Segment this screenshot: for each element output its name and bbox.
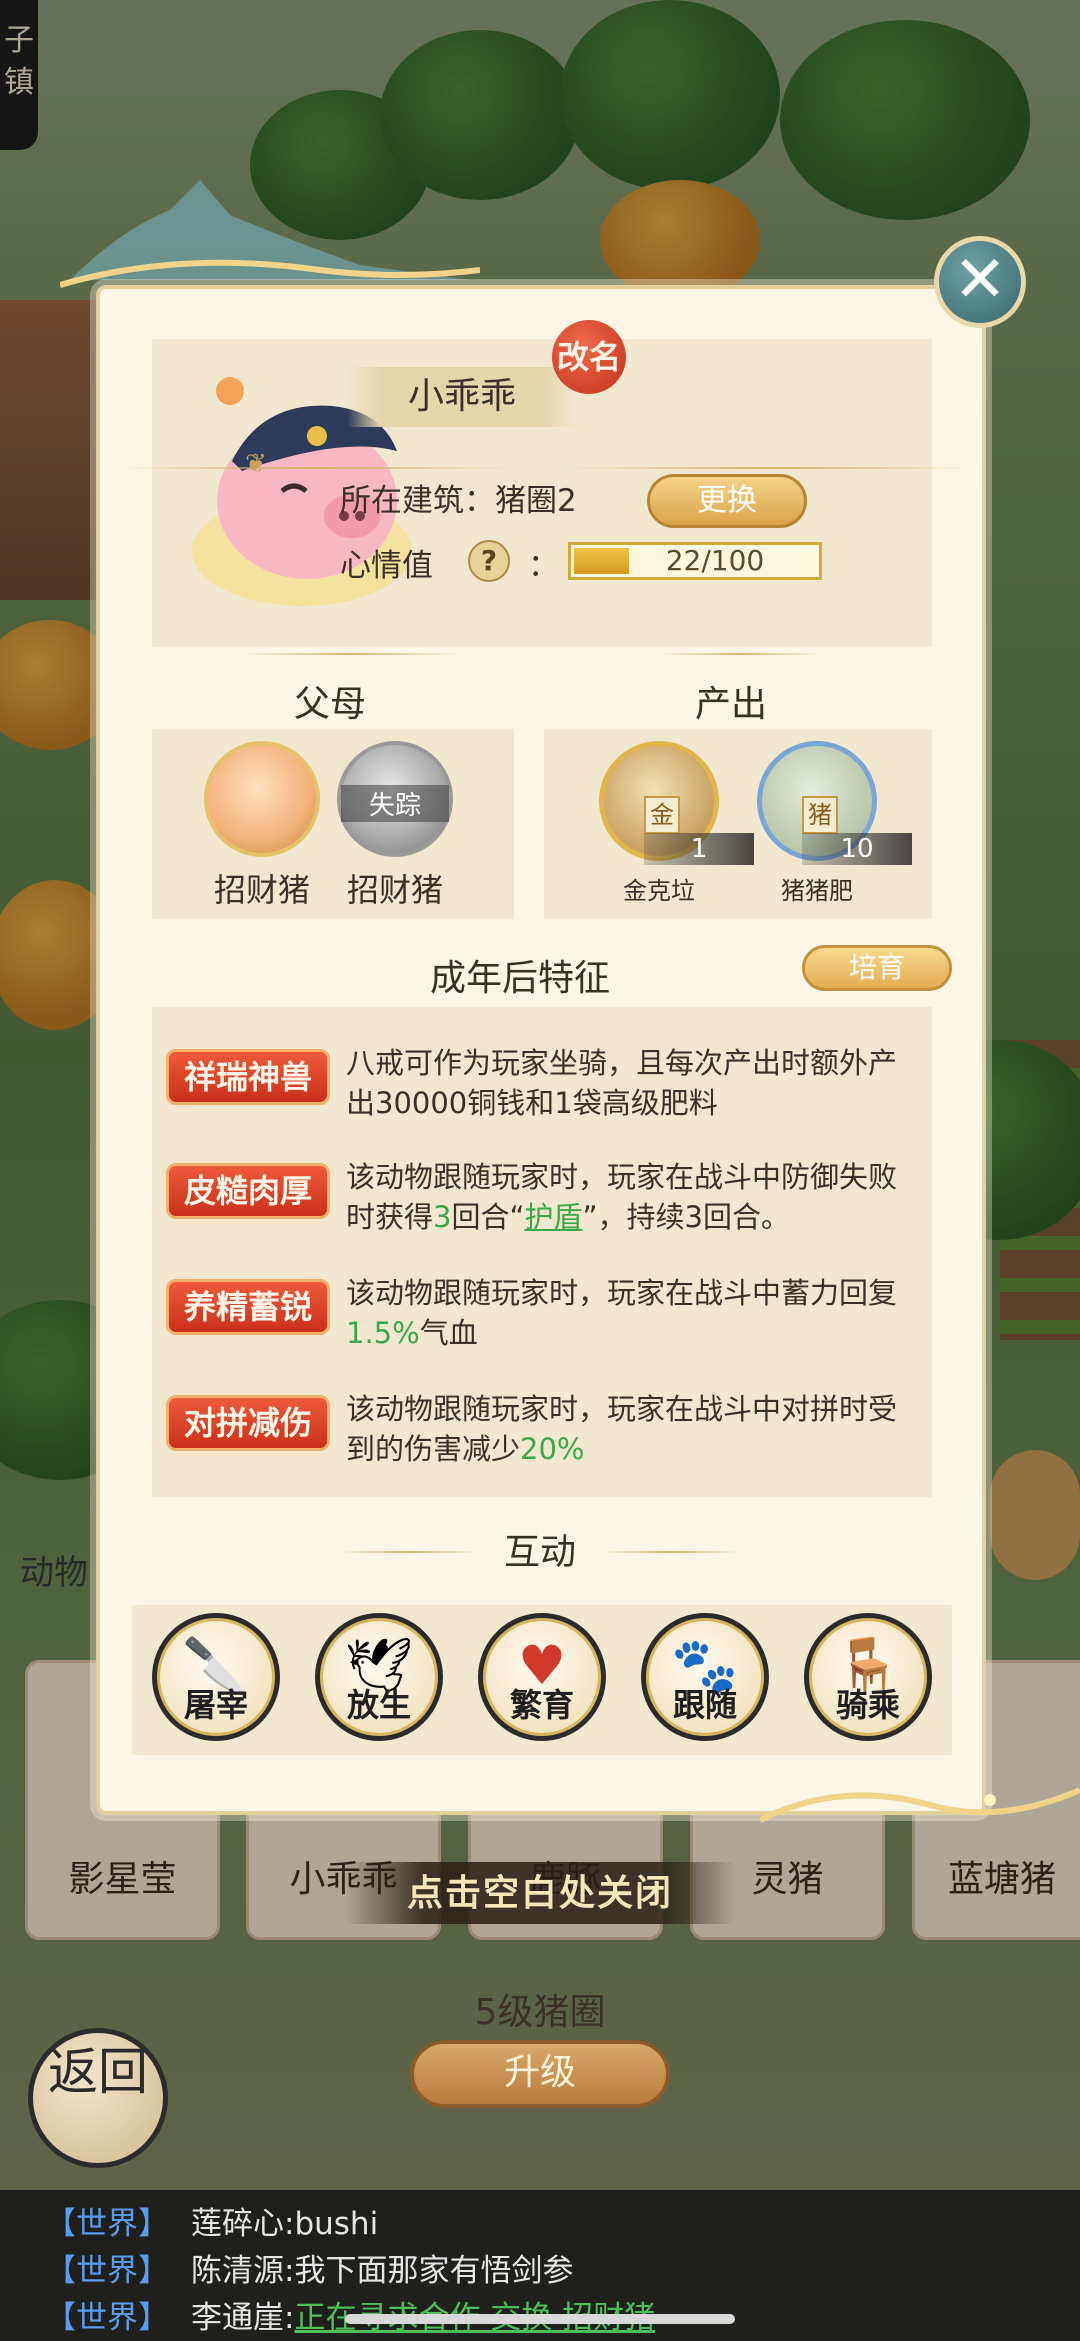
trait-description: 该动物跟随玩家时，玩家在战斗中蓄力回复 1.5%气血 bbox=[346, 1273, 916, 1353]
pen-level-label: 5级猪圈 bbox=[474, 1992, 606, 2033]
chat-line: 【世界】 莲碎心:bushi bbox=[45, 2198, 378, 2243]
mood-colon: ： bbox=[528, 548, 559, 584]
knot-ornament: ❦ bbox=[245, 449, 267, 479]
trait-badge[interactable]: 养精蓄锐 bbox=[166, 1279, 330, 1335]
section-divider bbox=[240, 653, 460, 655]
trait-text: 八戒可作为玩家坐骑，且每次产出时额外产出30000铜钱和1袋高级肥料 bbox=[346, 1046, 898, 1120]
close-icon[interactable]: ✕ bbox=[934, 236, 1026, 328]
output-name: 金克垃 bbox=[623, 877, 695, 905]
action-label: 屠宰 bbox=[183, 1686, 248, 1724]
chat-user[interactable]: 莲碎心: bbox=[191, 2206, 294, 2242]
action-label: 骑乘 bbox=[835, 1686, 900, 1724]
parent-name: 招财猪 bbox=[346, 871, 443, 909]
action-label: 跟随 bbox=[672, 1686, 737, 1724]
parent-item[interactable]: 失踪 招财猪 bbox=[330, 741, 460, 911]
output-title: 产出 bbox=[694, 684, 767, 725]
chat-channel: 【世界】 bbox=[45, 2253, 169, 2289]
section-divider bbox=[570, 467, 970, 469]
section-divider bbox=[600, 1551, 740, 1553]
parent-item[interactable]: 招财猪 bbox=[197, 741, 327, 911]
mood-progress-bar: 22/100 bbox=[568, 542, 822, 580]
parents-title: 父母 bbox=[293, 684, 366, 725]
trait-text: 该动物跟随玩家时，玩家在战斗中对拼时受到的伤害减少 bbox=[346, 1392, 898, 1466]
output-count: 10 bbox=[802, 833, 912, 865]
trait-text: 该动物跟随玩家时，玩家在战斗中蓄力回复 bbox=[346, 1276, 898, 1310]
cloud-ribbon-decoration bbox=[760, 1787, 1080, 1823]
action-ride-button[interactable]: 🪑 骑乘 bbox=[804, 1613, 932, 1741]
parent-pig-icon bbox=[204, 741, 320, 857]
parent-pig-icon: 失踪 bbox=[337, 741, 453, 857]
back-button-label: 返回 bbox=[48, 2043, 148, 2101]
action-release-button[interactable]: 🕊 放生 bbox=[315, 1613, 443, 1741]
traits-panel: 祥瑞神兽 八戒可作为玩家坐骑，且每次产出时额外产出30000铜钱和1袋高级肥料 … bbox=[152, 1007, 932, 1497]
bag-tag: 猪 bbox=[802, 796, 838, 834]
output-panel: 金 1 金克垃 猪 10 猪猪肥 bbox=[544, 729, 932, 919]
section-divider bbox=[120, 467, 510, 469]
cloud-mountain-decoration bbox=[60, 180, 480, 288]
trait-keyword-link[interactable]: 护盾 bbox=[525, 1200, 583, 1234]
trait-description: 该动物跟随玩家时，玩家在战斗中对拼时受到的伤害减少20% bbox=[346, 1389, 916, 1469]
output-item[interactable]: 猪 10 猪猪肥 bbox=[742, 741, 912, 906]
parent-name: 招财猪 bbox=[213, 871, 310, 909]
chat-message: 我下面那家有悟剑参 bbox=[294, 2253, 574, 2289]
chat-channel: 【世界】 bbox=[45, 2300, 169, 2336]
back-button[interactable]: 返回 bbox=[28, 2028, 168, 2168]
action-label: 放生 bbox=[346, 1686, 411, 1724]
nurture-button[interactable]: 培育 bbox=[802, 945, 952, 991]
trait-text: ”，持续3回合。 bbox=[582, 1200, 790, 1234]
trait-highlight: 3 bbox=[433, 1200, 452, 1234]
chat-line: 【世界】 陈清源:我下面那家有悟剑参 bbox=[45, 2245, 573, 2290]
help-icon[interactable]: ? bbox=[468, 540, 510, 582]
mood-progress-text: 22/100 bbox=[665, 544, 765, 577]
trait-badge[interactable]: 对拼减伤 bbox=[166, 1395, 330, 1451]
building-label: 所在建筑：猪圈2 bbox=[340, 483, 577, 519]
trait-description: 八戒可作为玩家坐骑，且每次产出时额外产出30000铜钱和1袋高级肥料 bbox=[346, 1043, 916, 1123]
section-divider bbox=[660, 653, 820, 655]
bag-tag: 金 bbox=[644, 796, 680, 834]
tap-blank-to-close-hint: 点击空白处关闭 bbox=[345, 1862, 735, 1924]
interaction-panel: 🔪 屠宰 🕊 放生 ♥ 繁育 🐾 跟随 🪑 骑乘 bbox=[132, 1605, 952, 1755]
upgrade-button[interactable]: 升级 bbox=[410, 2040, 670, 2108]
chat-message: bushi bbox=[294, 2206, 379, 2242]
rename-button[interactable]: 改名 bbox=[552, 320, 626, 394]
pet-name: 小乖乖 bbox=[347, 367, 577, 427]
output-item[interactable]: 金 1 金克垃 bbox=[584, 741, 754, 906]
trait-highlight: 20% bbox=[520, 1432, 585, 1466]
missing-badge: 失踪 bbox=[341, 785, 449, 822]
interact-title: 互动 bbox=[503, 1532, 576, 1573]
action-label: 繁育 bbox=[509, 1686, 574, 1724]
chat-channel: 【世界】 bbox=[45, 2206, 169, 2242]
trait-text: 气血 bbox=[419, 1316, 478, 1350]
change-building-button[interactable]: 更换 bbox=[647, 474, 807, 528]
output-name: 猪猪肥 bbox=[781, 877, 853, 905]
mood-label: 心情值 bbox=[340, 548, 433, 584]
output-count: 1 bbox=[644, 833, 754, 865]
trait-badge[interactable]: 皮糙肉厚 bbox=[166, 1163, 330, 1219]
action-follow-button[interactable]: 🐾 跟随 bbox=[641, 1613, 769, 1741]
trait-badge[interactable]: 祥瑞神兽 bbox=[166, 1049, 330, 1105]
chat-user[interactable]: 陈清源: bbox=[191, 2253, 294, 2289]
parents-panel: 招财猪 失踪 招财猪 bbox=[152, 729, 514, 919]
traits-title: 成年后特征 bbox=[429, 958, 610, 999]
trait-description: 该动物跟随玩家时，玩家在战斗中防御失败时获得3回合“护盾”，持续3回合。 bbox=[346, 1157, 916, 1237]
home-indicator[interactable] bbox=[345, 2314, 735, 2324]
section-divider bbox=[340, 1551, 480, 1553]
chat-user[interactable]: 李通崖: bbox=[191, 2300, 294, 2336]
action-breed-button[interactable]: ♥ 繁育 bbox=[478, 1613, 606, 1741]
trait-highlight: 1.5% bbox=[346, 1316, 420, 1350]
action-slaughter-button[interactable]: 🔪 屠宰 bbox=[152, 1613, 280, 1741]
trait-text: 回合“ bbox=[451, 1200, 525, 1234]
